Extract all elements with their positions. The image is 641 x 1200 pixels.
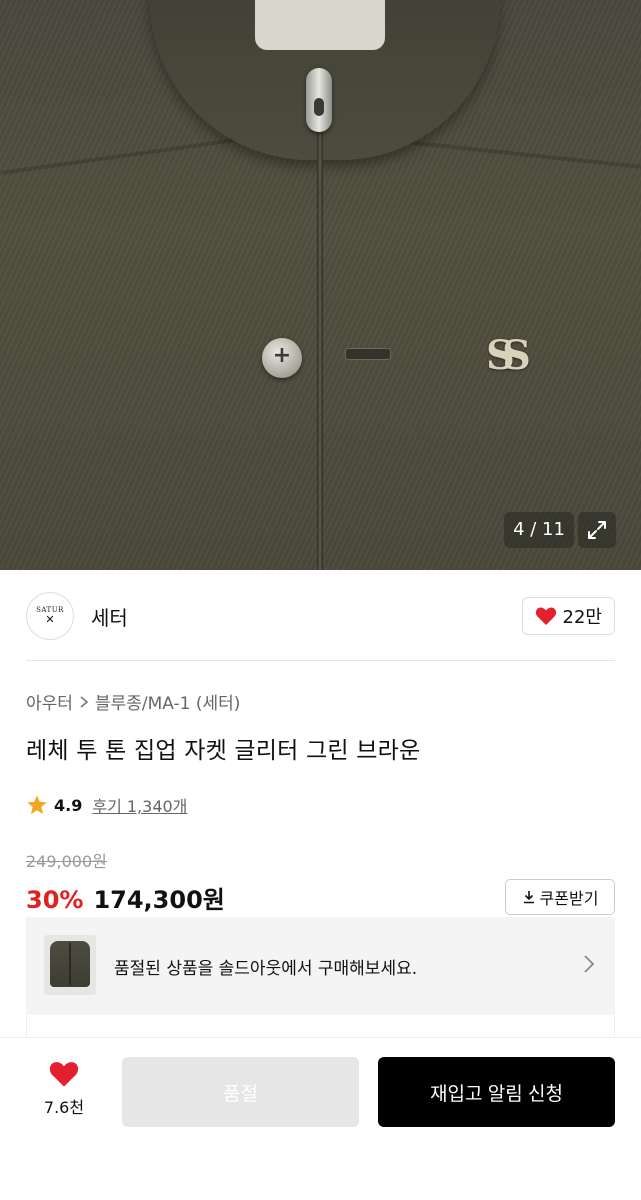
price-row: 30% 174,300원	[26, 880, 225, 915]
wish-count: 7.6천	[43, 1098, 85, 1117]
review-link[interactable]: 후기 1,340개	[92, 793, 187, 817]
product-image[interactable]: SS	[0, 0, 641, 570]
rating-row: 4.9 후기 1,340개	[26, 793, 187, 817]
bottom-action-bar: 7.6천 품절 재입고 알림 신청	[0, 1038, 641, 1200]
brand-like-button[interactable]: 22만	[521, 597, 615, 635]
chevron-right-icon	[584, 955, 595, 973]
discount-rate: 30%	[26, 886, 84, 914]
star-icon	[27, 795, 47, 814]
sale-price: 174,300원	[93, 886, 225, 914]
breadcrumb-subcategory[interactable]: 블루종/MA-1 (세터)	[95, 689, 240, 714]
download-icon	[523, 891, 534, 904]
brand-row: SATUR ✕ 세터 22만	[26, 592, 615, 640]
soldout-banner-text: 품절된 상품을 솔드아웃에서 구매해보세요.	[114, 959, 418, 979]
breadcrumb: 아우터 블루종/MA-1 (세터)	[26, 689, 240, 714]
soldout-button[interactable]: 품절	[122, 1057, 359, 1127]
brand-logo[interactable]: SATUR ✕	[26, 592, 74, 640]
expand-icon	[588, 521, 606, 539]
rating-score: 4.9	[54, 795, 83, 815]
jacket-buttonhole	[345, 348, 391, 360]
embroidered-logo: SS	[486, 332, 531, 379]
breadcrumb-category[interactable]: 아우터	[26, 689, 73, 714]
coupon-button[interactable]: 쿠폰받기	[505, 879, 615, 915]
section-divider	[26, 660, 615, 661]
product-title: 레체 투 톤 집업 자켓 글리터 그린 브라운	[26, 738, 421, 764]
brand-like-count: 22만	[562, 607, 602, 628]
brand-name[interactable]: 세터	[91, 602, 128, 631]
jacket-button	[262, 338, 302, 378]
collar-lining	[255, 0, 385, 50]
soldout-thumbnail	[44, 935, 96, 995]
wish-button[interactable]: 7.6천	[26, 1060, 102, 1118]
heart-icon	[535, 607, 556, 625]
original-price: 249,000원	[26, 852, 107, 871]
restock-alert-button[interactable]: 재입고 알림 신청	[378, 1057, 615, 1127]
chevron-right-icon	[80, 695, 89, 708]
zipper-pull	[306, 68, 332, 132]
coupon-label: 쿠폰받기	[539, 889, 599, 908]
zipper-line	[317, 70, 323, 570]
soldout-banner[interactable]: 품절된 상품을 솔드아웃에서 구매해보세요.	[26, 917, 615, 1015]
expand-button[interactable]	[578, 512, 616, 548]
heart-icon	[49, 1062, 79, 1087]
image-counter: 4 / 11	[504, 512, 574, 548]
brand-logo-mark: ✕	[45, 613, 55, 626]
